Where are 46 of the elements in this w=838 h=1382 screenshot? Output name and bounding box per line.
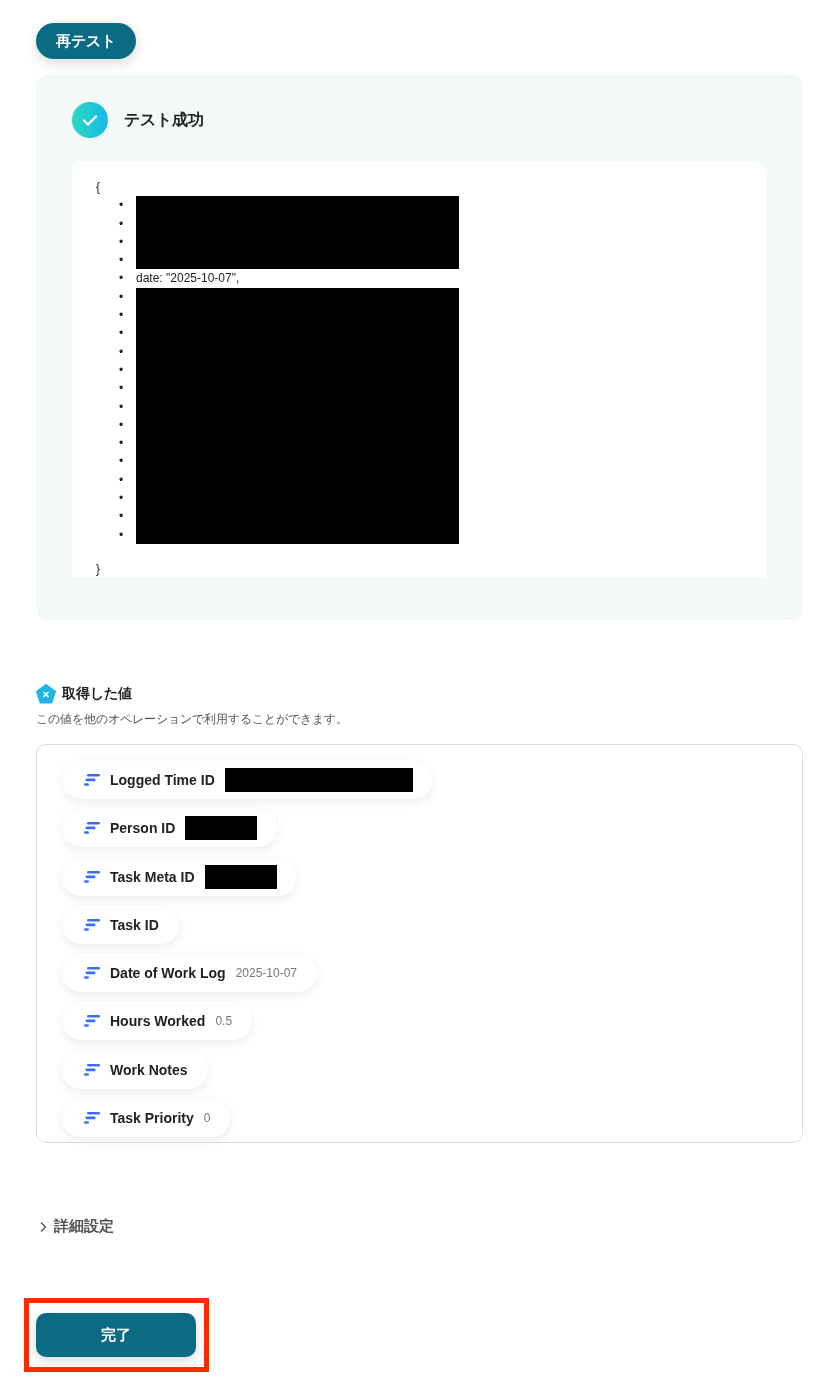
- field-icon: [84, 1015, 100, 1028]
- bullet: •: [119, 490, 125, 508]
- bullet: •: [119, 343, 125, 361]
- bullet: •: [119, 233, 125, 251]
- done-button[interactable]: 完了: [36, 1313, 196, 1357]
- json-brace: {: [96, 179, 101, 196]
- field-icon: [84, 822, 100, 835]
- value-chip[interactable]: Work Notes: [62, 1050, 208, 1089]
- value-chip[interactable]: Task ID: [62, 905, 179, 944]
- bullet: •: [119, 288, 125, 306]
- bullet: •: [119, 252, 125, 270]
- field-icon: [84, 774, 100, 786]
- variable-icon: [36, 684, 56, 704]
- bullet: •: [119, 416, 125, 434]
- value-chip[interactable]: Hours Worked 0.5: [62, 1002, 253, 1041]
- result-title: テスト成功: [124, 109, 204, 130]
- bullet: •: [119, 307, 125, 325]
- value-chip[interactable]: Logged Time ID: [62, 761, 433, 799]
- bullet: •: [119, 270, 125, 288]
- field-icon: [84, 1063, 100, 1076]
- chevron-icon: [38, 1220, 48, 1233]
- bullet: •: [119, 197, 125, 215]
- bullet: •: [119, 435, 125, 453]
- bullet: •: [119, 215, 125, 233]
- field-icon: [84, 967, 100, 980]
- field-icon: [84, 918, 100, 931]
- json-line: date: "2025-10-07",: [136, 270, 240, 288]
- retest-button[interactable]: 再テスト: [36, 23, 136, 59]
- bullet: •: [119, 508, 125, 526]
- section-title: 取得した値: [62, 685, 132, 703]
- value-chip[interactable]: Person ID: [62, 809, 278, 848]
- bullet: •: [119, 471, 125, 489]
- json-brace: }: [96, 560, 101, 578]
- bullet: •: [119, 453, 125, 471]
- advanced-settings-toggle[interactable]: 詳細設定: [36, 1217, 114, 1236]
- bullet: •: [119, 325, 125, 343]
- bullet: •: [119, 380, 125, 398]
- bullet: •: [119, 398, 125, 416]
- section-description: この値を他のオペレーションで利用することができます。: [36, 711, 349, 728]
- bullet: •: [119, 361, 125, 379]
- field-icon: [84, 870, 100, 883]
- value-chip[interactable]: Task Meta ID: [62, 857, 297, 896]
- field-icon: [84, 1112, 100, 1125]
- value-chip[interactable]: Date of Work Log 2025-10-07: [62, 954, 318, 993]
- bullet: •: [119, 526, 125, 544]
- value-chip[interactable]: Task Priority 0: [62, 1099, 231, 1138]
